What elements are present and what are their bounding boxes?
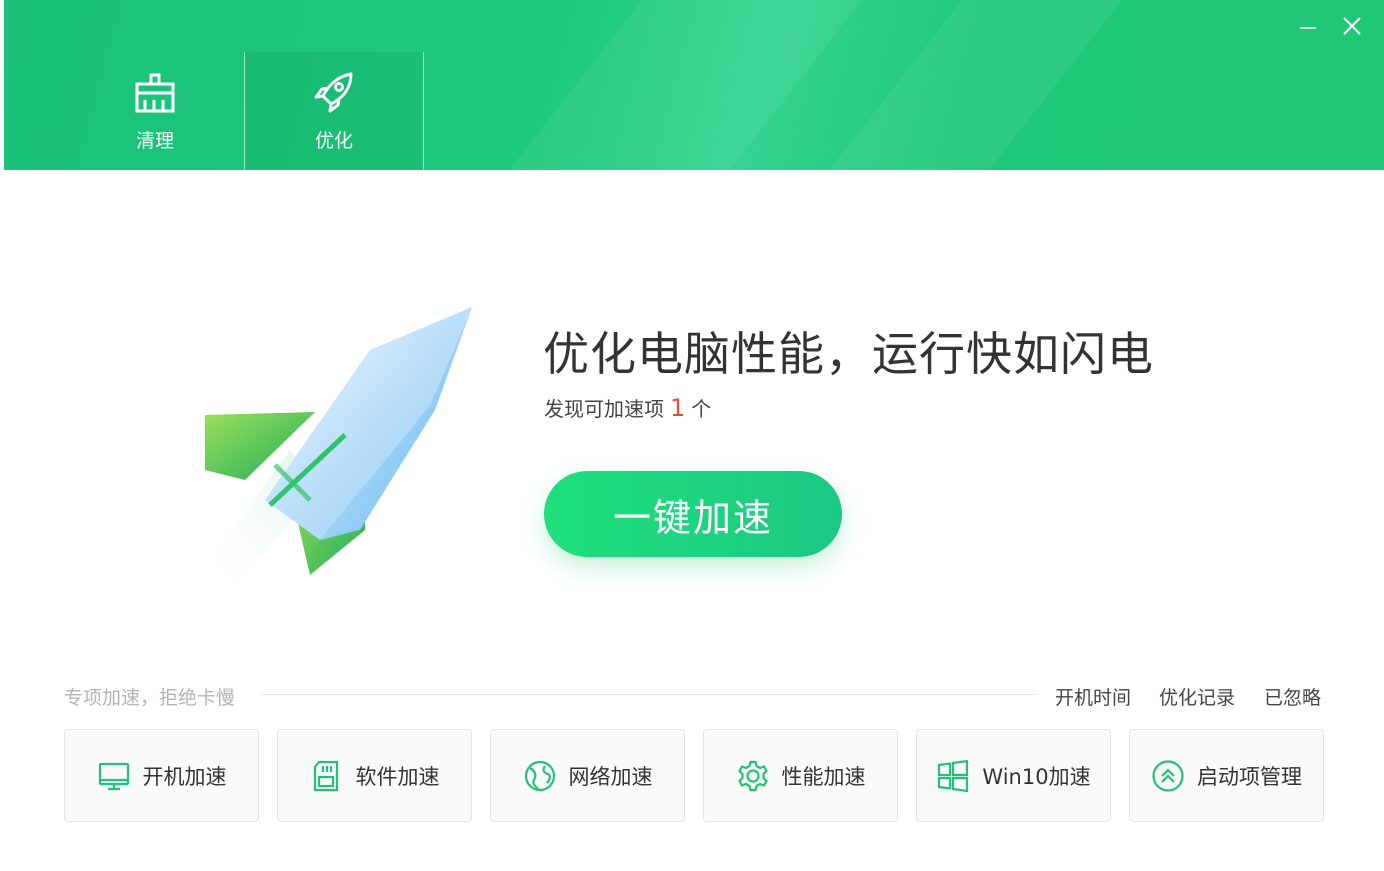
startup-chevron-icon (1152, 759, 1184, 792)
tab-optimize[interactable]: 优化 (245, 52, 423, 170)
card-performance-speedup[interactable]: 性能加速 (703, 729, 898, 822)
globe-icon (524, 760, 555, 791)
section-label: 专项加速，拒绝卡慢 (64, 687, 236, 709)
card-network-speedup[interactable]: 网络加速 (490, 729, 685, 822)
section-divider (262, 694, 1038, 695)
card-label: 开机加速 (142, 764, 227, 789)
close-icon (1343, 17, 1361, 35)
card-label: 软件加速 (355, 764, 440, 789)
minimize-icon (1300, 27, 1316, 29)
hero-title: 优化电脑性能，运行快如闪电 (543, 327, 1154, 381)
ignored-link[interactable]: 已忽略 (1264, 683, 1321, 710)
card-label: 网络加速 (568, 764, 653, 789)
sd-card-icon (313, 760, 338, 791)
tab-clean-label: 清理 (135, 130, 174, 152)
hero-subtitle: 发现可加速项 1 个 (544, 393, 711, 422)
card-label: 启动项管理 (1197, 764, 1302, 789)
rocket-illustration (190, 307, 472, 590)
card-software-speedup[interactable]: 软件加速 (277, 729, 472, 822)
optimize-history-link[interactable]: 优化记录 (1159, 683, 1235, 710)
card-label: Win10加速 (982, 764, 1091, 789)
gear-icon (737, 760, 768, 791)
app-header: 清理 优化 (4, 0, 1384, 170)
card-label: 性能加速 (781, 764, 866, 789)
tab-optimize-label: 优化 (314, 130, 353, 152)
tab-clean[interactable]: 清理 (66, 52, 244, 170)
broom-icon (135, 73, 175, 113)
speedup-count: 1 (670, 394, 686, 422)
hero-subtitle-prefix: 发现可加速项 (544, 397, 664, 421)
hero-subtitle-suffix: 个 (691, 397, 712, 421)
tab-divider (423, 52, 424, 170)
rocket-icon (314, 72, 353, 113)
windows-icon (938, 759, 969, 792)
card-startup-manager[interactable]: 启动项管理 (1129, 729, 1324, 822)
boot-time-link[interactable]: 开机时间 (1055, 683, 1131, 710)
minimize-button[interactable] (1294, 12, 1322, 40)
close-button[interactable] (1338, 12, 1366, 40)
header-decoration (438, 0, 910, 170)
card-boot-speedup[interactable]: 开机加速 (64, 729, 259, 822)
one-click-speedup-button[interactable]: 一键加速 (544, 471, 842, 557)
monitor-icon (98, 762, 129, 790)
card-win10-speedup[interactable]: Win10加速 (916, 729, 1111, 822)
